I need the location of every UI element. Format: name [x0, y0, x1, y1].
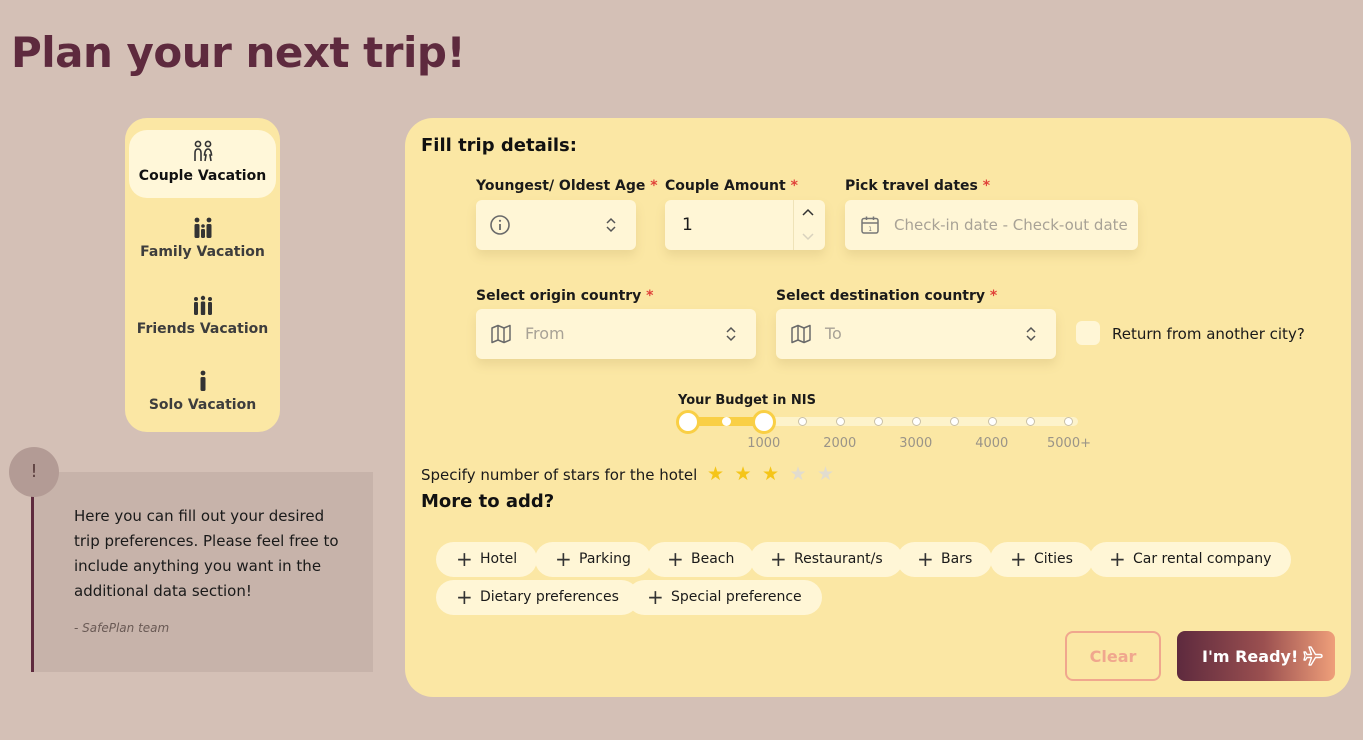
airplane-icon	[1303, 646, 1323, 666]
star-icon[interactable]: ★	[707, 463, 724, 485]
chevron-updown-icon	[726, 326, 736, 342]
chevron-down-icon[interactable]	[801, 231, 815, 243]
plus-icon: +	[917, 547, 934, 571]
budget-step-dot	[873, 417, 883, 426]
plus-icon: +	[667, 547, 684, 571]
dates-label: Pick travel dates *	[845, 178, 991, 194]
add-special-preference-chip[interactable]: + Special preference	[627, 580, 822, 615]
add-cities-chip[interactable]: + Cities	[990, 542, 1093, 577]
star-icon[interactable]: ★	[762, 463, 779, 485]
destination-label: Select destination country *	[776, 288, 998, 304]
travel-dates-picker[interactable]: 1 Check-in date - Check-out date	[845, 200, 1138, 250]
vacation-type-friends[interactable]: Friends Vacation	[129, 283, 276, 351]
info-icon	[490, 215, 510, 235]
add-bars-chip[interactable]: + Bars	[897, 542, 993, 577]
budget-tick-label: 1000	[747, 436, 781, 451]
star-icon[interactable]: ★	[817, 463, 834, 485]
map-icon	[491, 324, 511, 344]
plus-icon: +	[1010, 547, 1027, 571]
star-icon[interactable]: ★	[735, 463, 752, 485]
budget-step-dot	[1025, 417, 1035, 426]
origin-placeholder: From	[525, 324, 565, 343]
return-other-city-checkbox[interactable]	[1076, 321, 1100, 345]
stars-label: Specify number of stars for the hotel	[421, 466, 698, 484]
chevron-updown-icon	[1026, 326, 1036, 342]
plus-icon: +	[770, 547, 787, 571]
budget-step-dot	[835, 417, 845, 426]
exclamation-icon: !	[9, 447, 59, 497]
budget-step-dot	[797, 417, 807, 426]
couples-label: Couple Amount *	[665, 178, 798, 194]
budget-step-dot	[1063, 417, 1073, 426]
age-select[interactable]	[476, 200, 636, 250]
vacation-type-label: Couple Vacation	[138, 168, 267, 184]
chevron-up-icon[interactable]	[801, 206, 815, 218]
family-icon	[194, 217, 211, 238]
budget-max-handle[interactable]	[752, 410, 776, 434]
note-signature: - SafePlan team	[74, 621, 170, 635]
plus-icon: +	[456, 547, 473, 571]
vacation-type-label: Friends Vacation	[136, 321, 269, 337]
budget-step-dot	[987, 417, 997, 426]
star-icon[interactable]: ★	[790, 463, 807, 485]
calendar-icon: 1	[861, 216, 879, 234]
svg-text:1: 1	[868, 226, 872, 233]
destination-country-select[interactable]: To	[776, 309, 1056, 359]
plus-icon: +	[647, 585, 664, 609]
vacation-type-panel: Couple Vacation Family Vacation Friends …	[125, 118, 280, 432]
age-label: Youngest/ Oldest Age *	[476, 178, 658, 194]
plus-icon: +	[456, 585, 473, 609]
budget-step-dot	[911, 417, 921, 426]
plus-icon: +	[1109, 547, 1126, 571]
vacation-type-label: Family Vacation	[140, 244, 265, 260]
budget-label: Your Budget in NIS	[678, 393, 816, 408]
origin-label: Select origin country *	[476, 288, 654, 304]
dates-placeholder: Check-in date - Check-out date	[894, 216, 1128, 234]
add-dietary-chip[interactable]: + Dietary preferences	[436, 580, 639, 615]
chevron-updown-icon	[606, 217, 616, 233]
vacation-type-label: Solo Vacation	[148, 397, 257, 413]
couple-icon	[193, 140, 212, 162]
form-heading: Fill trip details:	[421, 135, 577, 156]
budget-tick-label: 3000	[899, 436, 933, 451]
budget-tick-label: 5000+	[1047, 436, 1091, 451]
budget-step-dot	[949, 417, 959, 426]
vacation-type-solo[interactable]: Solo Vacation	[129, 359, 276, 427]
budget-step-dot	[721, 417, 731, 426]
clear-button[interactable]: Clear	[1065, 631, 1161, 681]
budget-tick-label: 2000	[823, 436, 857, 451]
solo-icon	[200, 370, 205, 391]
trip-form: Fill trip details: Youngest/ Oldest Age …	[405, 118, 1351, 697]
more-heading: More to add?	[421, 491, 555, 512]
vacation-type-family[interactable]: Family Vacation	[129, 206, 276, 274]
budget-slider-track[interactable]	[688, 417, 1078, 426]
add-car-rental-chip[interactable]: + Car rental company	[1089, 542, 1292, 577]
vacation-type-couple[interactable]: Couple Vacation	[129, 130, 276, 198]
ready-button[interactable]: I'm Ready!	[1177, 631, 1335, 681]
budget-min-handle[interactable]	[676, 410, 700, 434]
add-beach-chip[interactable]: + Beach	[647, 542, 755, 577]
add-hotel-chip[interactable]: + Hotel	[436, 542, 538, 577]
page-title: Plan your next trip!	[11, 28, 466, 77]
add-parking-chip[interactable]: + Parking	[535, 542, 651, 577]
destination-placeholder: To	[825, 324, 842, 343]
origin-country-select[interactable]: From	[476, 309, 756, 359]
couple-amount-value: 1	[682, 215, 693, 235]
budget-tick-label: 4000	[975, 436, 1009, 451]
couple-amount-stepper[interactable]: 1	[665, 200, 825, 250]
map-icon	[791, 324, 811, 344]
return-other-city-label: Return from another city?	[1112, 325, 1305, 343]
note-text: Here you can fill out your desired trip …	[74, 507, 339, 600]
info-note: Here you can fill out your desired trip …	[31, 472, 373, 672]
friends-icon	[193, 295, 212, 315]
plus-icon: +	[555, 547, 572, 571]
add-restaurants-chip[interactable]: + Restaurant/s	[750, 542, 903, 577]
